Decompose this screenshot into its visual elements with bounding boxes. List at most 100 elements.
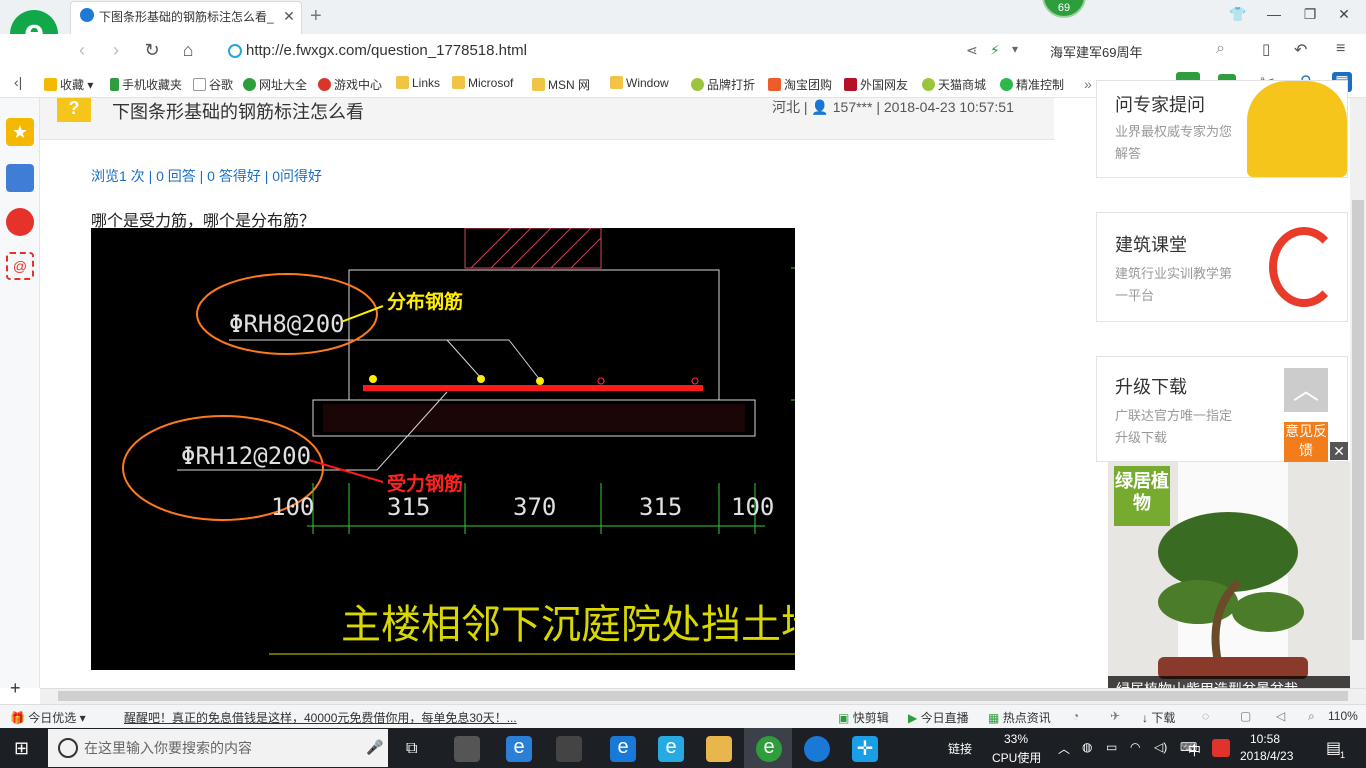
zoom-icon[interactable]: ⌕ bbox=[1308, 709, 1315, 724]
bookmark-item[interactable]: Window bbox=[610, 76, 669, 90]
forward-icon[interactable]: › bbox=[104, 40, 128, 61]
pin-icon[interactable]: ✈ bbox=[1110, 709, 1120, 723]
battery-icon[interactable]: ▭ bbox=[1106, 740, 1117, 754]
edge-icon[interactable]: e bbox=[610, 736, 636, 762]
card-title: 问专家提问 bbox=[1115, 95, 1205, 115]
star-icon bbox=[44, 78, 57, 91]
bookmark-item[interactable]: MSN 网 bbox=[532, 76, 590, 93]
taskbar-search-input[interactable]: 在这里输入你要搜索的内容 bbox=[48, 729, 388, 767]
tab-active[interactable]: 下图条形基础的钢筋标注怎么看_ bbox=[70, 1, 302, 34]
bookmark-item[interactable]: Links bbox=[396, 76, 440, 90]
app-icon[interactable] bbox=[556, 736, 582, 762]
add-sidebar-icon[interactable]: + bbox=[10, 678, 21, 699]
tray-expand-icon[interactable]: ︿ bbox=[1058, 740, 1070, 757]
reader-icon[interactable] bbox=[6, 164, 34, 192]
today-picks[interactable]: 🎁 今日优选 ▾ bbox=[10, 709, 86, 726]
folder-icon bbox=[452, 76, 465, 89]
status-item[interactable]: ▦ 热点资讯 bbox=[988, 709, 1051, 726]
close-window-icon[interactable]: ✕ bbox=[1332, 6, 1356, 23]
clock-time[interactable]: 10:58 bbox=[1250, 732, 1280, 746]
status-item[interactable]: ↓ 下载 bbox=[1142, 709, 1175, 726]
sogou-icon[interactable] bbox=[1212, 739, 1230, 757]
back-to-top-button[interactable]: ︿ bbox=[1284, 368, 1328, 412]
link-label[interactable]: 链接 bbox=[948, 740, 972, 757]
web-icon bbox=[243, 78, 256, 91]
ie-icon[interactable]: e bbox=[506, 736, 532, 762]
status-item[interactable]: ▣ 快剪辑 bbox=[838, 709, 889, 726]
cad-drawing-svg: ΦRH8@200 分布钢筋 ΦRH12@200 受力钢筋 100 315 370… bbox=[122, 227, 901, 655]
url-dropdown-icon[interactable]: ▾ bbox=[1012, 42, 1018, 56]
more-bookmarks-icon[interactable]: » bbox=[1084, 76, 1092, 92]
favorites-icon[interactable]: ★ bbox=[6, 118, 34, 146]
bookmark-item[interactable]: 品牌打折 bbox=[691, 76, 755, 93]
refresh-icon[interactable]: ↻ bbox=[140, 40, 164, 61]
bookmark-item[interactable]: 游戏中心 bbox=[318, 76, 382, 93]
taobao-icon bbox=[768, 78, 781, 91]
tab-close-icon[interactable]: ✕ bbox=[281, 8, 297, 24]
glodon-icon[interactable] bbox=[804, 736, 830, 762]
ad-close-icon[interactable]: ✕ bbox=[1330, 442, 1348, 460]
feedback-button[interactable]: 意见反馈 bbox=[1284, 422, 1328, 462]
mute-icon[interactable]: ◁ bbox=[1276, 709, 1285, 723]
internet-explorer-icon[interactable]: e bbox=[658, 736, 684, 762]
question-stats[interactable]: 浏览1 次 | 0 回答 | 0 答得好 | 0问得好 bbox=[91, 166, 322, 186]
status-item[interactable]: ▶ 今日直播 bbox=[908, 709, 969, 726]
gift-icon: 🎁 bbox=[10, 711, 25, 725]
search-input[interactable]: 海军建军69周年 bbox=[1050, 42, 1142, 61]
news-link[interactable]: 醒醒吧！真正的免息借钱是这样，40000元免费借你用，每单免息30天！... bbox=[124, 709, 517, 726]
ime-label[interactable]: 中 bbox=[1188, 740, 1201, 759]
speed-icon[interactable]: ⚡ bbox=[990, 42, 1000, 59]
bookmark-item[interactable]: 手机收藏夹 bbox=[110, 76, 182, 93]
mail-icon[interactable]: @ bbox=[6, 252, 34, 280]
weibo-icon[interactable] bbox=[6, 208, 34, 236]
side-card-expert[interactable]: 问专家提问 业界最权威专家为您解答 bbox=[1096, 80, 1348, 178]
page-icon bbox=[193, 78, 206, 91]
clock-date[interactable]: 2018/4/23 bbox=[1240, 749, 1293, 763]
home-icon[interactable]: ⌂ bbox=[176, 40, 200, 61]
classroom-logo-icon bbox=[1269, 227, 1339, 307]
side-card-classroom[interactable]: 建筑课堂 建筑行业实训教学第一平台 bbox=[1096, 212, 1348, 322]
mobile-icon[interactable]: ▯ bbox=[1262, 40, 1270, 58]
tray-app-icon[interactable]: ◍ bbox=[1082, 740, 1092, 754]
dim-label: 100 bbox=[271, 493, 314, 521]
notification-icon[interactable]: ▤ bbox=[1326, 738, 1341, 758]
speed-dial-icon[interactable]: ◔ bbox=[1072, 709, 1079, 723]
address-bar bbox=[0, 34, 1366, 68]
windows-start-icon[interactable]: ⊞ bbox=[14, 738, 29, 759]
mic-icon[interactable]: 🎤 bbox=[366, 739, 383, 756]
skin-icon[interactable]: 👕 bbox=[1226, 6, 1250, 23]
share-icon[interactable]: ⋖ bbox=[966, 42, 978, 59]
vertical-scroll-thumb[interactable] bbox=[1352, 200, 1364, 640]
bookmark-item[interactable]: 收藏 ▾ bbox=[44, 76, 93, 93]
task-view-icon[interactable]: ⧉ bbox=[406, 740, 417, 758]
bookmark-item[interactable]: 天猫商城 bbox=[922, 76, 986, 93]
sidebar-toggle-icon[interactable]: ‹| bbox=[14, 74, 22, 90]
window-icon[interactable]: ▢ bbox=[1240, 709, 1251, 723]
url-field[interactable]: http://e.fwxgx.com/question_1778518.html bbox=[246, 42, 527, 59]
clean-icon[interactable]: ◌ bbox=[1202, 709, 1209, 723]
new-tab-icon[interactable]: + bbox=[310, 5, 322, 28]
teamviewer-icon[interactable]: ✛ bbox=[852, 736, 878, 762]
wifi-icon[interactable]: ◠ bbox=[1130, 740, 1140, 754]
zoom-level[interactable]: 110% bbox=[1328, 709, 1358, 723]
bookmark-item[interactable]: 谷歌 bbox=[193, 76, 233, 93]
news-icon: ▦ bbox=[988, 711, 1000, 725]
file-explorer-icon[interactable] bbox=[706, 736, 732, 762]
bookmark-item[interactable]: 网址大全 bbox=[243, 76, 307, 93]
app-icon[interactable] bbox=[454, 736, 480, 762]
download-icon: ↓ bbox=[1142, 711, 1148, 725]
menu-icon[interactable]: ≡ bbox=[1336, 40, 1345, 58]
back-icon[interactable]: ‹ bbox=[70, 40, 94, 61]
volume-icon[interactable]: ◁) bbox=[1154, 740, 1167, 754]
horizontal-scroll-thumb[interactable] bbox=[58, 691, 1348, 701]
maximize-icon[interactable]: ❐ bbox=[1298, 6, 1322, 23]
bookmark-item[interactable]: 精准控制 bbox=[1000, 76, 1064, 93]
undo-icon[interactable]: ↶ bbox=[1294, 40, 1307, 60]
bookmark-item[interactable]: 外国网友 bbox=[844, 76, 908, 93]
minimize-icon[interactable]: — bbox=[1262, 6, 1286, 22]
360-browser-icon[interactable]: e bbox=[756, 736, 782, 762]
bookmark-item[interactable]: Microsof bbox=[452, 76, 513, 90]
bookmark-item[interactable]: 淘宝团购 bbox=[768, 76, 832, 93]
question-user[interactable]: 157*** bbox=[833, 99, 873, 115]
search-icon[interactable]: ⌕ bbox=[1216, 40, 1225, 58]
